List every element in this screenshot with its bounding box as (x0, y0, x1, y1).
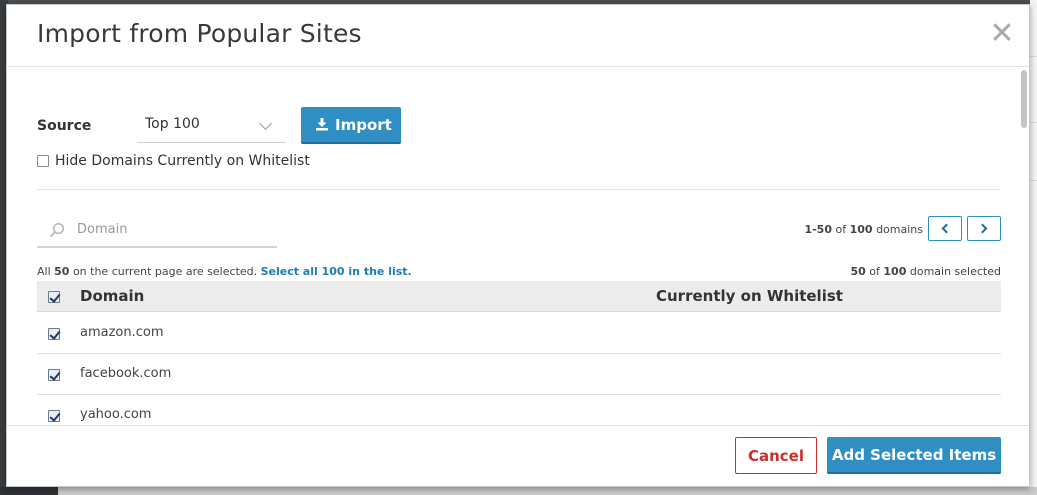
background-app-right (1030, 0, 1037, 495)
pagination-total: 100 (849, 223, 873, 236)
cancel-button-label: Cancel (747, 447, 804, 465)
pagination-of: of (835, 223, 847, 236)
search-input[interactable] (75, 219, 265, 239)
table-row[interactable]: facebook.com (37, 354, 1001, 395)
search-icon (49, 222, 65, 238)
hide-whitelist-checkbox[interactable] (37, 155, 49, 167)
source-select[interactable]: Top 100 (137, 107, 286, 143)
scrollbar-thumb[interactable] (1021, 70, 1027, 128)
next-page-button[interactable] (967, 216, 1001, 241)
summary-unit: domain selected (909, 265, 1001, 278)
pagination-info: 1-50 of 100 domains (797, 223, 923, 236)
modal-body[interactable]: Source Top 100 Import Hide Domains Curre… (7, 68, 1029, 425)
background-app-bottom (0, 487, 1037, 495)
modal-title: Import from Popular Sites (37, 19, 362, 48)
select-all-checkbox[interactable] (48, 291, 60, 303)
selection-suffix: on the current page are selected. (72, 265, 258, 278)
import-modal: Import from Popular Sites ✕ Source Top 1… (6, 4, 1030, 487)
previous-page-button[interactable] (928, 216, 962, 241)
add-selected-items-button[interactable]: Add Selected Items (827, 437, 1001, 474)
source-label: Source (37, 118, 92, 134)
summary-of: of (869, 265, 880, 278)
add-selected-items-label: Add Selected Items (831, 446, 997, 464)
selection-summary: 50 of 100 domain selected (801, 265, 1001, 278)
table-header: Domain Currently on Whitelist (37, 281, 1001, 312)
summary-total: 100 (883, 265, 907, 278)
selection-info: All 50 on the current page are selected.… (37, 265, 412, 278)
section-divider (37, 189, 1000, 190)
modal-header: Import from Popular Sites ✕ (7, 5, 1029, 67)
import-icon (316, 118, 328, 131)
hide-whitelist-label: Hide Domains Currently on Whitelist (55, 153, 310, 169)
source-selected-value: Top 100 (145, 116, 200, 132)
chevron-down-icon (259, 117, 272, 130)
close-icon[interactable]: ✕ (989, 19, 1015, 49)
row-checkbox[interactable] (48, 369, 60, 381)
row-checkbox[interactable] (48, 328, 60, 340)
import-button-label: Import (335, 116, 392, 134)
cancel-button[interactable]: Cancel (735, 437, 817, 474)
row-checkbox[interactable] (48, 410, 60, 422)
modal-footer: Cancel Add Selected Items (7, 425, 1029, 486)
selection-prefix: All (37, 265, 51, 278)
select-all-link[interactable]: Select all 100 in the list. (261, 265, 412, 278)
row-domain: yahoo.com (80, 407, 152, 422)
column-header-whitelist[interactable]: Currently on Whitelist (656, 287, 843, 305)
chevron-right-icon (977, 223, 988, 234)
row-domain: facebook.com (80, 366, 172, 381)
pagination-unit: domains (876, 223, 923, 236)
summary-count: 50 (850, 265, 866, 278)
column-header-domain[interactable]: Domain (80, 287, 144, 305)
domain-search[interactable] (37, 211, 277, 248)
table-row[interactable]: yahoo.com (37, 395, 1001, 425)
selection-count: 50 (54, 265, 70, 278)
import-button[interactable]: Import (301, 107, 401, 144)
row-domain: amazon.com (80, 325, 164, 340)
pagination-range: 1-50 (804, 223, 832, 236)
chevron-left-icon (941, 223, 952, 234)
table-row[interactable]: amazon.com (37, 313, 1001, 354)
